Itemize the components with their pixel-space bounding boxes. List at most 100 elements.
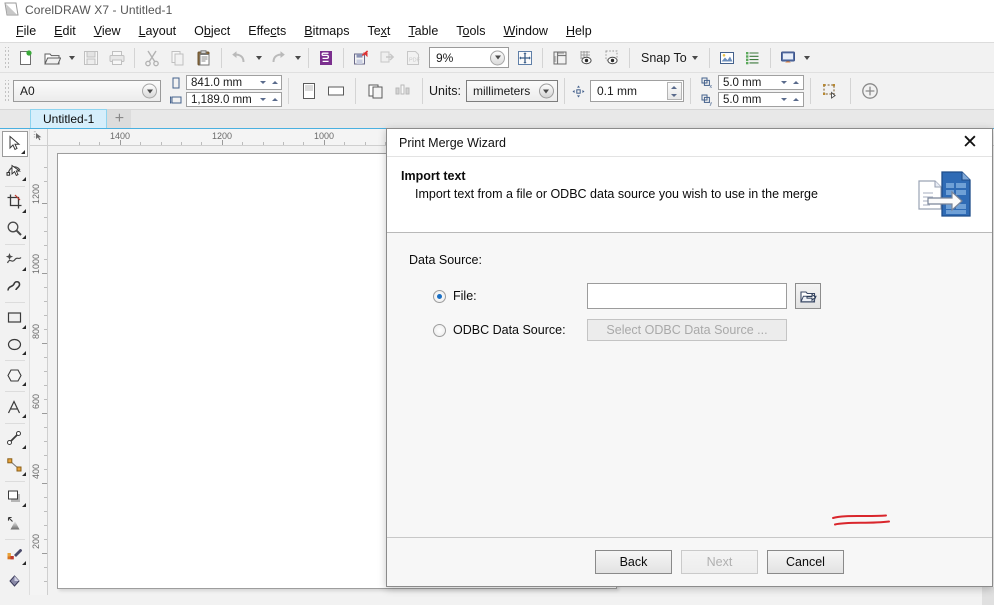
close-icon[interactable]: ✕ xyxy=(954,131,986,155)
spin-down-icon[interactable] xyxy=(779,93,790,106)
menu-layout[interactable]: Layout xyxy=(130,21,186,41)
ruler-origin-icon[interactable] xyxy=(30,129,48,146)
polygon-tool-icon[interactable] xyxy=(2,363,28,389)
pick-tool-icon[interactable] xyxy=(1,131,28,157)
spin-down-icon[interactable] xyxy=(668,91,681,99)
menu-view[interactable]: View xyxy=(85,21,130,41)
property-bar-grip[interactable] xyxy=(3,80,10,102)
portrait-orientation-icon[interactable] xyxy=(295,79,322,104)
nudge-offset-field[interactable]: 0.1 mm xyxy=(589,80,684,102)
browse-folder-icon[interactable] xyxy=(795,283,821,309)
show-rulers-icon[interactable] xyxy=(547,46,573,70)
vertical-ruler[interactable]: 1200 1000 800 600 400 200 xyxy=(30,146,48,595)
spin-down-icon[interactable] xyxy=(779,76,790,89)
add-page-tab-button[interactable]: + xyxy=(107,110,132,128)
radio-button-file-icon[interactable] xyxy=(433,289,446,303)
spin-down-icon[interactable] xyxy=(257,76,268,89)
zoom-level-combo[interactable]: 9% xyxy=(429,47,509,68)
menu-help[interactable]: Help xyxy=(557,21,601,41)
application-launcher-icon[interactable] xyxy=(775,46,801,70)
open-document-icon[interactable] xyxy=(39,46,65,70)
menu-tools[interactable]: Tools xyxy=(447,21,494,41)
redo-dropdown-arrow-icon[interactable] xyxy=(291,46,304,70)
radio-button-odbc-icon[interactable] xyxy=(433,323,446,337)
show-grid-icon[interactable] xyxy=(573,46,599,70)
back-button[interactable]: Back xyxy=(595,550,672,574)
spin-up-icon[interactable] xyxy=(269,76,280,89)
paste-icon[interactable] xyxy=(191,46,217,70)
radio-file[interactable]: File: xyxy=(409,289,587,303)
spin-up-icon[interactable] xyxy=(791,93,802,106)
page-height-field[interactable]: 1,189.0 mm xyxy=(186,92,282,107)
chevron-down-icon[interactable] xyxy=(538,83,554,99)
nudge-spinner[interactable] xyxy=(666,82,682,100)
page-width-field[interactable]: 841.0 mm xyxy=(186,75,282,90)
menu-effects[interactable]: Effects xyxy=(239,21,295,41)
spin-up-icon[interactable] xyxy=(791,76,802,89)
ellipse-tool-icon[interactable] xyxy=(2,332,28,358)
apply-to-all-pages-icon[interactable] xyxy=(362,79,389,104)
corel-connect-icon[interactable] xyxy=(313,46,339,70)
parallel-dimension-tool-icon[interactable] xyxy=(2,426,28,452)
open-dropdown-arrow-icon[interactable] xyxy=(65,46,78,70)
menu-bitmaps[interactable]: Bitmaps xyxy=(295,21,358,41)
publish-pdf-icon[interactable]: PDF xyxy=(400,46,426,70)
options-icon[interactable] xyxy=(714,46,740,70)
export-icon[interactable] xyxy=(374,46,400,70)
duplicate-x-spinner[interactable] xyxy=(779,76,802,89)
page-size-combo[interactable]: A0 xyxy=(13,80,161,102)
import-icon[interactable] xyxy=(348,46,374,70)
show-guidelines-icon[interactable] xyxy=(599,46,625,70)
zoom-tool-icon[interactable] xyxy=(2,216,28,242)
chevron-down-icon[interactable] xyxy=(490,50,505,65)
cancel-button[interactable]: Cancel xyxy=(767,550,844,574)
object-manager-icon[interactable] xyxy=(740,46,766,70)
apply-to-current-page-icon[interactable] xyxy=(389,79,416,104)
application-launcher-arrow-icon[interactable] xyxy=(801,46,814,70)
zoom-levels-icon[interactable] xyxy=(512,46,538,70)
edit-page-icon[interactable] xyxy=(817,79,844,104)
rectangle-tool-icon[interactable] xyxy=(2,305,28,331)
duplicate-y-field[interactable]: 5.0 mm xyxy=(717,92,804,107)
menu-window[interactable]: Window xyxy=(494,21,556,41)
units-combo[interactable]: millimeters xyxy=(465,80,558,102)
shape-tool-icon[interactable] xyxy=(2,158,28,184)
artistic-media-tool-icon[interactable] xyxy=(2,274,28,300)
redo-icon[interactable] xyxy=(265,46,291,70)
undo-icon[interactable] xyxy=(226,46,252,70)
text-tool-icon[interactable] xyxy=(2,394,28,420)
select-odbc-data-source-button[interactable]: Select ODBC Data Source ... xyxy=(587,319,787,341)
duplicate-x-field[interactable]: 5.0 mm xyxy=(717,75,804,90)
cut-icon[interactable] xyxy=(139,46,165,70)
document-tab-untitled-1[interactable]: Untitled-1 xyxy=(30,109,108,128)
menu-file[interactable]: File xyxy=(7,21,45,41)
menu-object[interactable]: Object xyxy=(185,21,239,41)
menu-text[interactable]: Text xyxy=(358,21,399,41)
vertical-scrollbar-thumb[interactable] xyxy=(982,587,994,605)
chevron-down-icon[interactable] xyxy=(142,83,157,99)
freehand-tool-icon[interactable] xyxy=(2,247,28,273)
crop-tool-icon[interactable] xyxy=(2,189,28,215)
menu-table[interactable]: Table xyxy=(399,21,447,41)
next-button[interactable]: Next xyxy=(681,550,758,574)
fill-tool-icon[interactable] xyxy=(2,568,28,594)
plus-circle-icon[interactable] xyxy=(857,79,884,104)
spin-up-icon[interactable] xyxy=(269,93,280,106)
print-icon[interactable] xyxy=(104,46,130,70)
landscape-orientation-icon[interactable] xyxy=(322,79,349,104)
duplicate-y-spinner[interactable] xyxy=(779,93,802,106)
menu-edit[interactable]: Edit xyxy=(45,21,85,41)
snap-to-button[interactable]: Snap To xyxy=(634,46,705,70)
spin-down-icon[interactable] xyxy=(257,93,268,106)
drop-shadow-tool-icon[interactable] xyxy=(2,484,28,510)
undo-dropdown-arrow-icon[interactable] xyxy=(252,46,265,70)
transparency-tool-icon[interactable] xyxy=(2,510,28,536)
copy-icon[interactable] xyxy=(165,46,191,70)
page-width-spinner[interactable] xyxy=(257,76,280,89)
color-eyedropper-tool-icon[interactable] xyxy=(2,542,28,568)
radio-odbc[interactable]: ODBC Data Source: xyxy=(409,323,587,337)
new-document-icon[interactable] xyxy=(13,46,39,70)
save-icon[interactable] xyxy=(78,46,104,70)
spin-up-icon[interactable] xyxy=(668,83,681,91)
file-path-input[interactable] xyxy=(587,283,787,309)
